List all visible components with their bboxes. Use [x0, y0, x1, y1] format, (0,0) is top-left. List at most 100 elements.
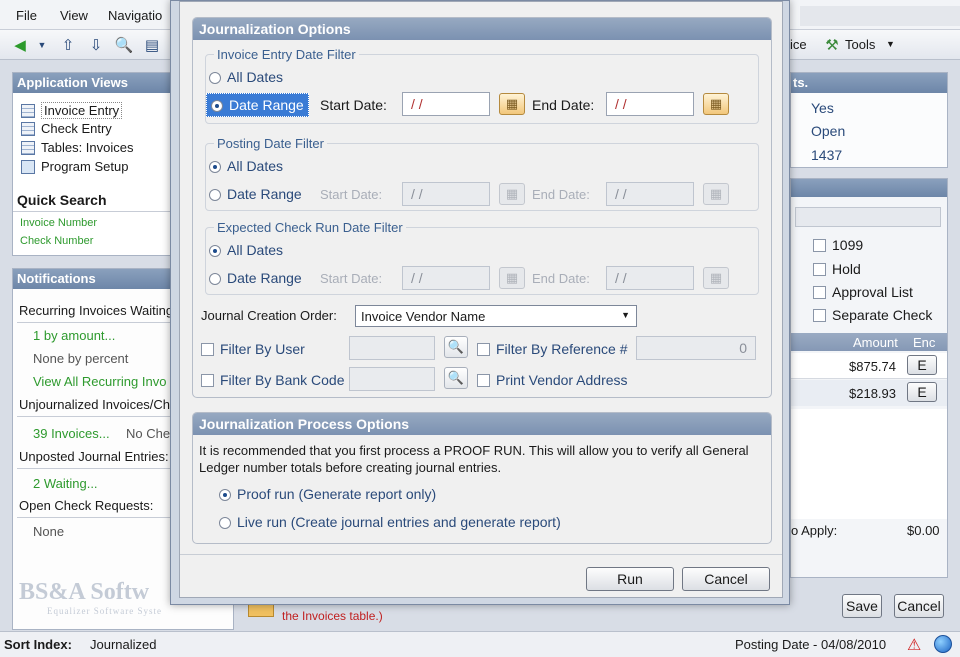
save-button[interactable]: Save: [842, 594, 882, 618]
back-dropdown-icon[interactable]: ▼: [32, 35, 52, 55]
search-icon[interactable]: 🔍: [114, 35, 134, 55]
filter-by-user-checkbox[interactable]: Filter By User: [201, 341, 305, 357]
nav-check-entry[interactable]: Check Entry: [21, 121, 112, 136]
table-row[interactable]: $875.74 E: [791, 353, 947, 379]
process-options-title: Journalization Process Options: [193, 413, 771, 435]
recurring-by-amount-link[interactable]: 1 by amount...: [33, 328, 115, 343]
globe-icon[interactable]: [934, 635, 952, 653]
divider: [180, 554, 782, 555]
posting-date-filter: Posting Date Filter All Dates Date Range…: [205, 136, 759, 211]
toolbar-ice-label[interactable]: ice: [790, 37, 807, 52]
tools-menu[interactable]: Tools: [845, 37, 875, 52]
posting-date-range-radio[interactable]: Date Range: [209, 186, 302, 202]
search-icon[interactable]: 🔍: [444, 336, 468, 358]
column-amount: Amount: [853, 335, 898, 350]
dialog-body: Journalization Options Invoice Entry Dat…: [179, 1, 783, 598]
row-amount: $875.74: [849, 359, 896, 374]
table-row[interactable]: $218.93 E: [791, 380, 947, 406]
no-checks-label: No Che: [126, 426, 171, 441]
enc-button[interactable]: E: [907, 355, 937, 375]
row-amount: $218.93: [849, 386, 896, 401]
filter-reference-input: 0: [636, 336, 756, 360]
posting-filter-legend: Posting Date Filter: [214, 136, 327, 151]
table-empty-area: [791, 409, 947, 519]
posting-date-status: Posting Date - 04/08/2010: [735, 637, 887, 652]
menu-bar-right: [800, 6, 960, 26]
invoice-all-dates-radio[interactable]: All Dates: [209, 69, 283, 85]
view-all-recurring-link[interactable]: View All Recurring Invo: [33, 374, 166, 389]
invoice-date-range-radio[interactable]: Date Range: [206, 93, 309, 117]
check-end-date-input: / /: [606, 266, 694, 290]
calendar-icon: ▦: [499, 267, 525, 289]
posting-start-date-input: / /: [402, 182, 490, 206]
bsa-logo: BS&A Softw: [19, 579, 150, 605]
run-button[interactable]: Run: [586, 567, 674, 591]
grid-icon: [21, 103, 35, 118]
summary-number: 1437: [811, 147, 843, 163]
chevron-down-icon: ▼: [621, 310, 630, 320]
nav-invoice-entry[interactable]: Invoice Entry: [21, 102, 123, 119]
check-date-range-radio[interactable]: Date Range: [209, 270, 302, 286]
sort-index-label: Sort Index:: [4, 637, 72, 652]
menu-navigation[interactable]: Navigatio: [108, 8, 162, 23]
back-icon[interactable]: ◀: [10, 35, 30, 55]
details-field[interactable]: [795, 207, 941, 227]
journal-creation-order-select[interactable]: Invoice Vendor Name ▼: [355, 305, 637, 327]
process-recommendation-text: It is recommended that you first process…: [199, 443, 749, 475]
enc-button[interactable]: E: [907, 382, 937, 402]
nav-program-setup[interactable]: Program Setup: [21, 159, 128, 174]
checkbox-approval-list[interactable]: Approval List: [813, 284, 913, 300]
journalization-options-group: Journalization Options Invoice Entry Dat…: [192, 17, 772, 398]
tools-icon[interactable]: ⚒: [822, 35, 842, 55]
recurring-by-percent: None by percent: [33, 351, 129, 366]
down-arrow-icon[interactable]: ⇩: [86, 35, 106, 55]
summary-yes: Yes: [811, 100, 834, 116]
invoice-start-date-input[interactable]: / /: [402, 92, 490, 116]
calendar-icon: ▦: [703, 183, 729, 205]
search-icon[interactable]: 🔍: [444, 367, 468, 389]
calendar-icon: ▦: [499, 183, 525, 205]
quick-search-title: Quick Search: [17, 192, 107, 208]
cancel-button[interactable]: Cancel: [682, 567, 770, 591]
quick-search-check-number[interactable]: Check Number: [20, 235, 93, 247]
calendar-icon[interactable]: ▦: [499, 93, 525, 115]
check-filter-legend: Expected Check Run Date Filter: [214, 220, 406, 235]
checkbox-1099[interactable]: 1099: [813, 237, 863, 253]
record-summary-header: ts.: [791, 73, 947, 93]
calendar-icon[interactable]: ▦: [703, 93, 729, 115]
nav-tables-invoices[interactable]: Tables: Invoices: [21, 140, 134, 155]
open-check-none: None: [33, 524, 65, 539]
proof-run-radio[interactable]: Proof run (Generate report only): [219, 486, 436, 502]
amount-table-header: Amount Enc: [791, 333, 947, 351]
setup-icon: [21, 159, 35, 174]
warning-icon[interactable]: ⚠: [907, 635, 921, 655]
filter-by-reference-checkbox[interactable]: Filter By Reference #: [477, 341, 628, 357]
menu-file[interactable]: File: [16, 8, 37, 23]
posting-all-dates-radio[interactable]: All Dates: [209, 158, 283, 174]
invoice-end-date-input[interactable]: / /: [606, 92, 694, 116]
invoice-start-date-label: Start Date:: [320, 97, 387, 113]
print-vendor-address-checkbox[interactable]: Print Vendor Address: [477, 372, 628, 388]
quick-search-invoice-number[interactable]: Invoice Number: [20, 217, 97, 229]
journalization-process-options-group: Journalization Process Options It is rec…: [192, 412, 772, 544]
check-all-dates-radio[interactable]: All Dates: [209, 242, 283, 258]
cancel-button-background[interactable]: Cancel: [894, 594, 944, 618]
check-start-date-input: / /: [402, 266, 490, 290]
invoice-end-date-label: End Date:: [532, 97, 595, 113]
column-enc: Enc: [913, 335, 936, 350]
id-card-icon[interactable]: ▤: [142, 35, 162, 55]
invoices-39-link[interactable]: 39 Invoices...: [33, 426, 110, 441]
invoice-details-panel: 1099 Hold Approval List Separate Check A…: [790, 178, 948, 578]
live-run-radio[interactable]: Live run (Create journal entries and gen…: [219, 514, 561, 530]
checkbox-hold[interactable]: Hold: [813, 261, 861, 277]
checkbox-separate-check[interactable]: Separate Check: [813, 307, 932, 323]
tools-dropdown-icon[interactable]: ▼: [886, 39, 895, 49]
waiting-link[interactable]: 2 Waiting...: [33, 476, 98, 491]
journalization-options-title: Journalization Options: [193, 18, 771, 40]
up-arrow-icon[interactable]: ⇧: [58, 35, 78, 55]
table-icon: [21, 140, 35, 155]
filter-by-bank-code-checkbox[interactable]: Filter By Bank Code: [201, 372, 345, 388]
invoice-details-header: [791, 179, 947, 197]
menu-view[interactable]: View: [60, 8, 88, 23]
sort-index-value: Journalized: [90, 637, 157, 652]
